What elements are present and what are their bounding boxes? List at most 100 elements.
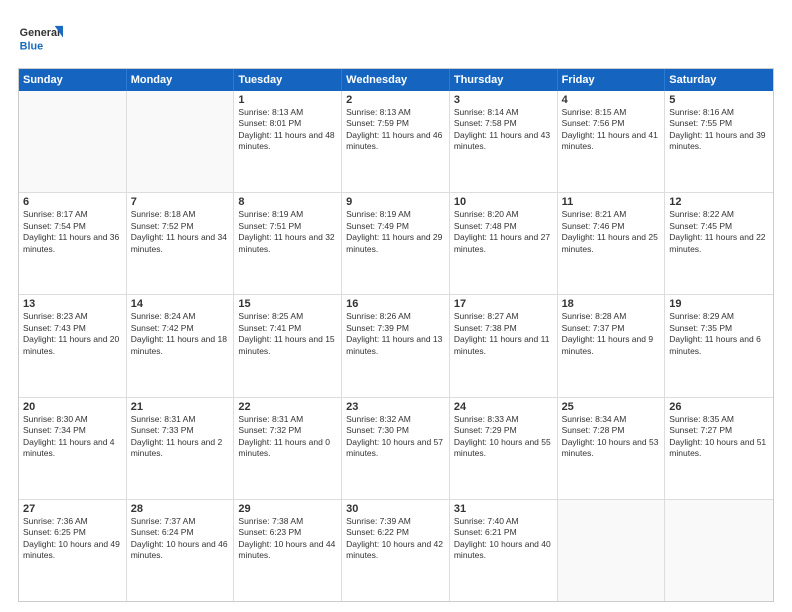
cal-cell: 28Sunrise: 7:37 AM Sunset: 6:24 PM Dayli… (127, 500, 235, 601)
day-number: 1 (238, 94, 337, 106)
day-info: Sunrise: 8:34 AM Sunset: 7:28 PM Dayligh… (562, 414, 661, 460)
cal-cell: 31Sunrise: 7:40 AM Sunset: 6:21 PM Dayli… (450, 500, 558, 601)
header-cell-thursday: Thursday (450, 69, 558, 91)
cal-cell: 21Sunrise: 8:31 AM Sunset: 7:33 PM Dayli… (127, 398, 235, 499)
day-number: 29 (238, 503, 337, 515)
logo-svg: General Blue (18, 18, 68, 58)
cal-cell: 27Sunrise: 7:36 AM Sunset: 6:25 PM Dayli… (19, 500, 127, 601)
cal-cell: 8Sunrise: 8:19 AM Sunset: 7:51 PM Daylig… (234, 193, 342, 294)
day-number: 21 (131, 401, 230, 413)
day-number: 31 (454, 503, 553, 515)
day-number: 14 (131, 298, 230, 310)
calendar-body: 1Sunrise: 8:13 AM Sunset: 8:01 PM Daylig… (19, 91, 773, 601)
cal-cell: 9Sunrise: 8:19 AM Sunset: 7:49 PM Daylig… (342, 193, 450, 294)
header-cell-monday: Monday (127, 69, 235, 91)
cal-cell: 5Sunrise: 8:16 AM Sunset: 7:55 PM Daylig… (665, 91, 773, 192)
header: General Blue (18, 18, 774, 58)
cal-row-1: 6Sunrise: 8:17 AM Sunset: 7:54 PM Daylig… (19, 192, 773, 294)
cal-cell (19, 91, 127, 192)
cal-cell: 22Sunrise: 8:31 AM Sunset: 7:32 PM Dayli… (234, 398, 342, 499)
cal-cell: 4Sunrise: 8:15 AM Sunset: 7:56 PM Daylig… (558, 91, 666, 192)
header-cell-friday: Friday (558, 69, 666, 91)
day-info: Sunrise: 8:28 AM Sunset: 7:37 PM Dayligh… (562, 311, 661, 357)
day-number: 12 (669, 196, 769, 208)
header-cell-tuesday: Tuesday (234, 69, 342, 91)
day-info: Sunrise: 7:37 AM Sunset: 6:24 PM Dayligh… (131, 516, 230, 562)
day-number: 30 (346, 503, 445, 515)
cal-cell (127, 91, 235, 192)
day-number: 6 (23, 196, 122, 208)
day-info: Sunrise: 8:21 AM Sunset: 7:46 PM Dayligh… (562, 209, 661, 255)
calendar-header: SundayMondayTuesdayWednesdayThursdayFrid… (19, 69, 773, 91)
cal-cell: 18Sunrise: 8:28 AM Sunset: 7:37 PM Dayli… (558, 295, 666, 396)
day-info: Sunrise: 7:39 AM Sunset: 6:22 PM Dayligh… (346, 516, 445, 562)
day-info: Sunrise: 8:24 AM Sunset: 7:42 PM Dayligh… (131, 311, 230, 357)
day-info: Sunrise: 7:38 AM Sunset: 6:23 PM Dayligh… (238, 516, 337, 562)
cal-cell: 7Sunrise: 8:18 AM Sunset: 7:52 PM Daylig… (127, 193, 235, 294)
day-number: 28 (131, 503, 230, 515)
day-info: Sunrise: 8:19 AM Sunset: 7:51 PM Dayligh… (238, 209, 337, 255)
day-info: Sunrise: 8:25 AM Sunset: 7:41 PM Dayligh… (238, 311, 337, 357)
logo: General Blue (18, 18, 68, 58)
cal-cell: 10Sunrise: 8:20 AM Sunset: 7:48 PM Dayli… (450, 193, 558, 294)
header-cell-wednesday: Wednesday (342, 69, 450, 91)
day-number: 25 (562, 401, 661, 413)
day-number: 7 (131, 196, 230, 208)
day-info: Sunrise: 8:33 AM Sunset: 7:29 PM Dayligh… (454, 414, 553, 460)
cal-cell: 17Sunrise: 8:27 AM Sunset: 7:38 PM Dayli… (450, 295, 558, 396)
svg-text:General: General (20, 27, 60, 39)
day-number: 23 (346, 401, 445, 413)
day-info: Sunrise: 7:36 AM Sunset: 6:25 PM Dayligh… (23, 516, 122, 562)
day-number: 24 (454, 401, 553, 413)
header-cell-sunday: Sunday (19, 69, 127, 91)
cal-cell: 16Sunrise: 8:26 AM Sunset: 7:39 PM Dayli… (342, 295, 450, 396)
day-number: 10 (454, 196, 553, 208)
day-info: Sunrise: 8:14 AM Sunset: 7:58 PM Dayligh… (454, 107, 553, 153)
day-number: 22 (238, 401, 337, 413)
day-info: Sunrise: 8:13 AM Sunset: 8:01 PM Dayligh… (238, 107, 337, 153)
cal-cell: 20Sunrise: 8:30 AM Sunset: 7:34 PM Dayli… (19, 398, 127, 499)
cal-cell: 25Sunrise: 8:34 AM Sunset: 7:28 PM Dayli… (558, 398, 666, 499)
day-number: 3 (454, 94, 553, 106)
day-info: Sunrise: 8:22 AM Sunset: 7:45 PM Dayligh… (669, 209, 769, 255)
day-number: 4 (562, 94, 661, 106)
cal-row-3: 20Sunrise: 8:30 AM Sunset: 7:34 PM Dayli… (19, 397, 773, 499)
cal-cell (558, 500, 666, 601)
cal-cell: 23Sunrise: 8:32 AM Sunset: 7:30 PM Dayli… (342, 398, 450, 499)
day-number: 20 (23, 401, 122, 413)
svg-text:Blue: Blue (20, 40, 43, 52)
cal-cell: 29Sunrise: 7:38 AM Sunset: 6:23 PM Dayli… (234, 500, 342, 601)
cal-cell: 1Sunrise: 8:13 AM Sunset: 8:01 PM Daylig… (234, 91, 342, 192)
day-info: Sunrise: 8:31 AM Sunset: 7:32 PM Dayligh… (238, 414, 337, 460)
day-info: Sunrise: 8:13 AM Sunset: 7:59 PM Dayligh… (346, 107, 445, 153)
day-number: 19 (669, 298, 769, 310)
day-number: 16 (346, 298, 445, 310)
cal-cell: 2Sunrise: 8:13 AM Sunset: 7:59 PM Daylig… (342, 91, 450, 192)
header-cell-saturday: Saturday (665, 69, 773, 91)
cal-cell: 24Sunrise: 8:33 AM Sunset: 7:29 PM Dayli… (450, 398, 558, 499)
day-number: 8 (238, 196, 337, 208)
cal-cell (665, 500, 773, 601)
day-info: Sunrise: 8:20 AM Sunset: 7:48 PM Dayligh… (454, 209, 553, 255)
day-info: Sunrise: 8:27 AM Sunset: 7:38 PM Dayligh… (454, 311, 553, 357)
cal-row-2: 13Sunrise: 8:23 AM Sunset: 7:43 PM Dayli… (19, 294, 773, 396)
cal-cell: 26Sunrise: 8:35 AM Sunset: 7:27 PM Dayli… (665, 398, 773, 499)
day-number: 13 (23, 298, 122, 310)
day-number: 15 (238, 298, 337, 310)
day-info: Sunrise: 8:29 AM Sunset: 7:35 PM Dayligh… (669, 311, 769, 357)
day-info: Sunrise: 8:26 AM Sunset: 7:39 PM Dayligh… (346, 311, 445, 357)
day-info: Sunrise: 8:30 AM Sunset: 7:34 PM Dayligh… (23, 414, 122, 460)
day-number: 9 (346, 196, 445, 208)
day-number: 2 (346, 94, 445, 106)
day-info: Sunrise: 8:19 AM Sunset: 7:49 PM Dayligh… (346, 209, 445, 255)
page: General Blue SundayMondayTuesdayWednesda… (0, 0, 792, 612)
day-info: Sunrise: 8:16 AM Sunset: 7:55 PM Dayligh… (669, 107, 769, 153)
cal-cell: 11Sunrise: 8:21 AM Sunset: 7:46 PM Dayli… (558, 193, 666, 294)
calendar: SundayMondayTuesdayWednesdayThursdayFrid… (18, 68, 774, 602)
day-info: Sunrise: 8:23 AM Sunset: 7:43 PM Dayligh… (23, 311, 122, 357)
cal-cell: 6Sunrise: 8:17 AM Sunset: 7:54 PM Daylig… (19, 193, 127, 294)
day-number: 17 (454, 298, 553, 310)
day-info: Sunrise: 8:35 AM Sunset: 7:27 PM Dayligh… (669, 414, 769, 460)
day-info: Sunrise: 8:15 AM Sunset: 7:56 PM Dayligh… (562, 107, 661, 153)
day-number: 26 (669, 401, 769, 413)
